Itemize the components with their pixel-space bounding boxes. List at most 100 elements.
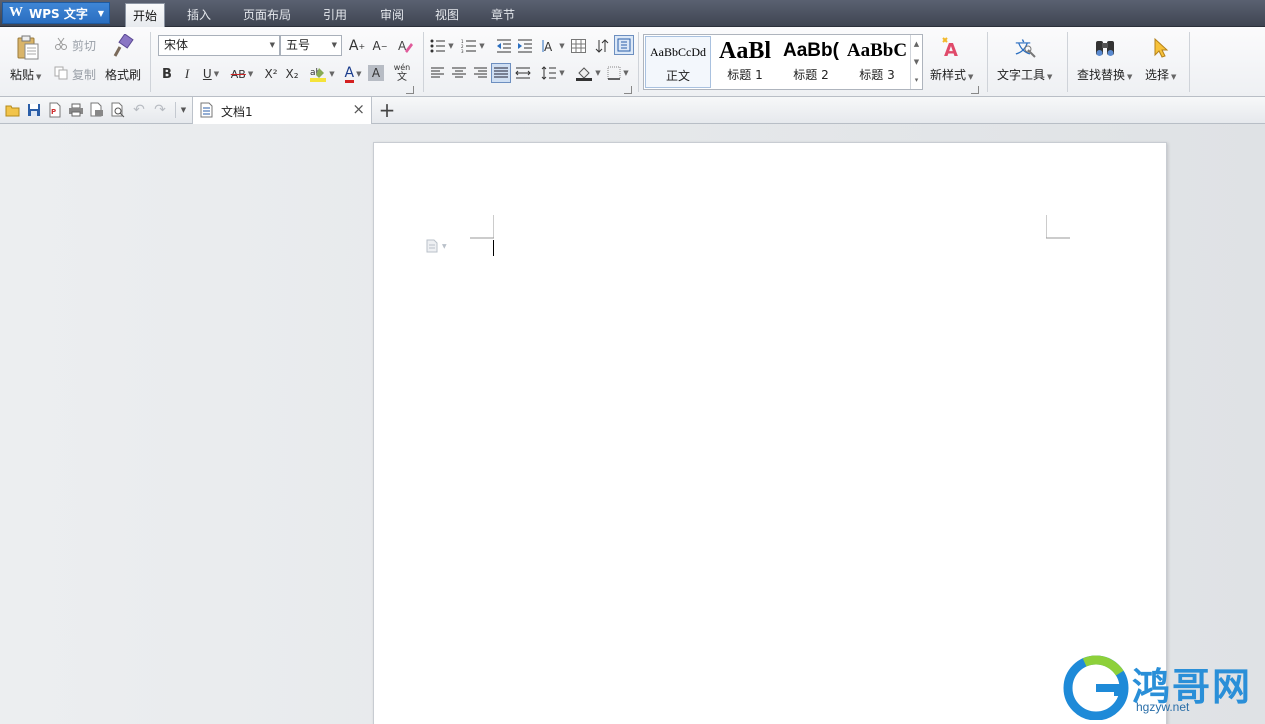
tab-chapter[interactable]: 章节 xyxy=(482,3,524,27)
font-family-value: 宋体 xyxy=(164,38,189,52)
chevron-down-icon: ▼ xyxy=(442,242,447,250)
paragraph-mark-icon xyxy=(617,38,631,52)
paragraph-dialog-launcher[interactable] xyxy=(624,86,632,94)
paste-button[interactable] xyxy=(14,33,42,63)
style-gallery: AaBbCcDd 正文 AaBl 标题 1 AaBb( 标题 2 AaBbC 标… xyxy=(643,34,923,90)
watermark-url: hgzyw.net xyxy=(1136,700,1190,714)
redo-icon[interactable]: ↷ xyxy=(152,102,168,118)
increase-indent-button[interactable] xyxy=(515,37,535,55)
tab-insert[interactable]: 插入 xyxy=(178,3,220,27)
style-heading-2[interactable]: AaBb( 标题 2 xyxy=(778,36,844,88)
new-tab-icon[interactable]: + xyxy=(378,98,396,122)
customize-toolbar-icon[interactable]: ▼ xyxy=(175,102,191,118)
phonetic-char: 文 xyxy=(397,72,407,83)
paragraph-options-button[interactable]: ▼ xyxy=(426,239,447,253)
style-heading-3[interactable]: AaBbC 标题 3 xyxy=(844,36,910,88)
font-color-button[interactable]: A ▼ xyxy=(338,63,368,85)
ribbon: 粘贴 ▼ 剪切 复制 格式刷 宋体 ▼ 五号 ▼ A + A − A B I U ▼ A… xyxy=(0,27,1265,97)
justify-button[interactable] xyxy=(491,63,511,83)
align-left-button[interactable] xyxy=(430,65,446,81)
tab-view[interactable]: 视图 xyxy=(426,3,468,27)
line-spacing-button[interactable]: ▼ xyxy=(539,63,567,83)
numbering-button[interactable]: 1 2 3 ▼ xyxy=(459,37,487,55)
document-tab[interactable]: 文档1 × xyxy=(192,97,372,124)
group-divider xyxy=(1189,32,1190,92)
more-icon[interactable]: ▾ xyxy=(911,71,922,89)
border-icon xyxy=(607,66,621,80)
strikethrough-button[interactable]: AB ▼ xyxy=(227,63,257,85)
new-style-icon[interactable]: A xyxy=(940,35,966,61)
distribute-icon xyxy=(515,67,531,79)
chevron-down-icon: ▼ xyxy=(269,41,275,49)
document-icon xyxy=(199,102,215,121)
style-normal[interactable]: AaBbCcDd 正文 xyxy=(645,36,711,88)
style-heading-1[interactable]: AaBl 标题 1 xyxy=(712,36,778,88)
character-shading-button[interactable]: A xyxy=(368,65,384,81)
svg-text:A: A xyxy=(944,40,958,60)
align-right-button[interactable] xyxy=(472,65,488,81)
table-button[interactable] xyxy=(569,37,587,55)
save-icon[interactable] xyxy=(26,102,42,118)
document-page[interactable]: ▼ xyxy=(373,142,1167,724)
styles-dialog-launcher[interactable] xyxy=(971,86,979,94)
export-pdf-icon[interactable]: P xyxy=(47,102,63,118)
sort-button[interactable] xyxy=(594,37,610,55)
print-preview-icon[interactable] xyxy=(89,102,105,118)
print-icon[interactable] xyxy=(68,102,84,118)
tab-page-layout[interactable]: 页面布局 xyxy=(236,3,298,27)
paste-label[interactable]: 粘贴 ▼ xyxy=(10,66,41,83)
italic-button[interactable]: I xyxy=(178,63,196,85)
show-hide-button[interactable] xyxy=(614,35,634,55)
shading-button[interactable]: ▼ xyxy=(573,63,603,83)
clear-format-button[interactable]: A xyxy=(395,36,415,56)
style-name: 标题 2 xyxy=(793,68,829,82)
group-divider xyxy=(987,32,988,92)
app-menu-button[interactable]: W WPS 文字 ▼ xyxy=(2,2,110,24)
open-folder-icon[interactable] xyxy=(5,102,21,118)
superscript-button[interactable]: X² xyxy=(262,63,280,85)
cut-button[interactable]: 剪切 xyxy=(72,37,96,54)
tab-home[interactable]: 开始 xyxy=(125,3,165,27)
subscript-button[interactable]: X₂ xyxy=(283,63,301,85)
text-direction-button[interactable]: A ▼ xyxy=(539,37,567,55)
distributed-button[interactable] xyxy=(514,65,532,81)
highlight-button[interactable]: ab ▼ xyxy=(307,63,337,85)
scissors-icon xyxy=(54,37,68,51)
align-left-icon xyxy=(431,67,444,78)
new-style-button[interactable]: 新样式 ▼ xyxy=(930,66,973,83)
underline-button[interactable]: U ▼ xyxy=(198,63,224,85)
font-size-select[interactable]: 五号 ▼ xyxy=(280,35,342,56)
bullets-button[interactable]: ▼ xyxy=(428,37,456,55)
decrease-indent-button[interactable] xyxy=(494,37,514,55)
format-painter-icon[interactable] xyxy=(110,33,136,61)
copy-button[interactable]: 复制 xyxy=(72,66,96,83)
table-icon xyxy=(570,39,586,53)
undo-icon[interactable]: ↶ xyxy=(131,102,147,118)
tab-references[interactable]: 引用 xyxy=(314,3,356,27)
text-tools-button[interactable]: 文字工具 ▼ xyxy=(997,66,1052,83)
eraser-icon: A xyxy=(398,39,413,53)
style-gallery-scroll[interactable]: ▲ ▼ ▾ xyxy=(910,35,922,89)
chevron-down-icon: ▼ xyxy=(213,70,220,78)
phonetic-guide-button[interactable]: wén 文 xyxy=(388,61,416,85)
tab-review[interactable]: 审阅 xyxy=(371,3,413,27)
preview-icon[interactable] xyxy=(110,102,126,118)
bold-button[interactable]: B xyxy=(158,63,176,85)
font-family-select[interactable]: 宋体 ▼ xyxy=(158,35,280,56)
format-painter-button[interactable]: 格式刷 xyxy=(105,66,141,83)
grow-font-button[interactable]: A + xyxy=(347,36,367,56)
borders-button[interactable]: ▼ xyxy=(604,63,632,83)
shrink-font-button[interactable]: A − xyxy=(370,36,390,56)
align-center-button[interactable] xyxy=(451,65,467,81)
text-tools-icon[interactable]: 文 xyxy=(1011,35,1039,61)
cursor-arrow-icon[interactable] xyxy=(1150,35,1172,61)
font-dialog-launcher[interactable] xyxy=(406,86,414,94)
style-sample: AaBbCcDd xyxy=(650,45,706,59)
chevron-down-icon: ▼ xyxy=(1171,73,1177,81)
find-replace-button[interactable]: 查找替换 ▼ xyxy=(1077,66,1132,83)
binoculars-icon[interactable] xyxy=(1092,35,1118,61)
select-button[interactable]: 选择 ▼ xyxy=(1145,66,1176,83)
close-tab-icon[interactable]: × xyxy=(352,100,365,118)
chevron-down-icon[interactable]: ▼ xyxy=(911,53,922,71)
chevron-up-icon[interactable]: ▲ xyxy=(911,35,922,53)
